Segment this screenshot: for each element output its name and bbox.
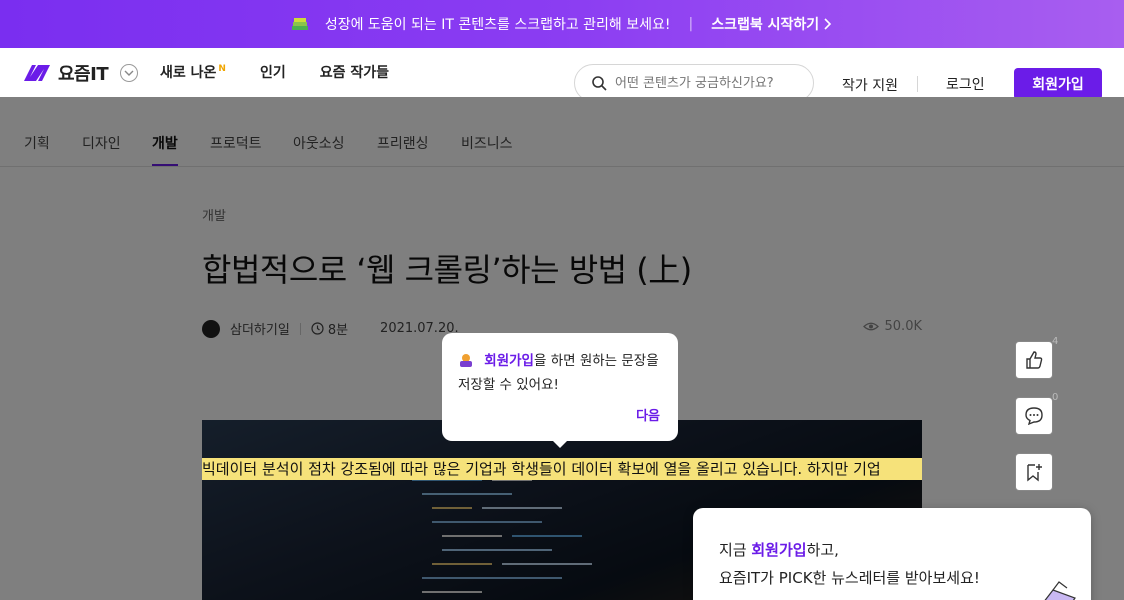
start-scrapbook-link[interactable]: 스크랩북 시작하기 [711, 14, 833, 34]
newsletter-suffix: 하고, [806, 541, 839, 559]
bookmark-button[interactable] [1015, 453, 1053, 491]
header-divider [917, 76, 918, 92]
tooltip-next-button[interactable]: 다음 [636, 405, 660, 424]
chevron-down-icon[interactable] [120, 64, 139, 82]
nav-item-writers[interactable]: 요즘 작가들 [320, 62, 389, 82]
nav-item-new[interactable]: 새로 나온 N [160, 62, 226, 82]
chevron-right-icon [824, 18, 832, 30]
like-button[interactable] [1015, 341, 1053, 379]
comment-button[interactable] [1015, 397, 1053, 435]
tooltip-message: 회원가입을 하면 원하는 문장을 저장할 수 있어요! [458, 349, 662, 397]
newsletter-prefix: 지금 [719, 541, 752, 559]
comment-count: 0 [1052, 392, 1059, 403]
logo-text: 요즘IT [58, 64, 109, 85]
newsletter-line1: 지금 회원가입하고, [719, 536, 1091, 564]
newsletter-illustration-icon [1044, 581, 1076, 600]
newsletter-card: 지금 회원가입하고, 요즘IT가 PICK한 뉴스레터를 받아보세요! [693, 508, 1091, 600]
nav-item-popular[interactable]: 인기 [260, 62, 286, 82]
newsletter-signup-link[interactable]: 회원가입 [751, 541, 806, 559]
start-scrapbook-label: 스크랩북 시작하기 [711, 17, 820, 33]
site-header: 요즘IT 새로 나온N 인기 요즘 작가들 작가 지원 로그인 회원가입 [0, 48, 1124, 102]
like-count: 4 [1052, 336, 1059, 347]
new-badge: N [218, 64, 226, 75]
signup-tooltip: 회원가입을 하면 원하는 문장을 저장할 수 있어요! 다음 [442, 333, 678, 448]
books-icon [291, 16, 309, 32]
bookmark-add-icon [1027, 464, 1042, 482]
tooltip-signup-highlight[interactable]: 회원가입 [484, 353, 534, 369]
search-icon [592, 76, 607, 91]
logo-mark-icon [24, 65, 50, 81]
login-link[interactable]: 로그인 [946, 74, 985, 94]
signup-button[interactable]: 회원가입 [1014, 68, 1102, 100]
thumbs-up-icon [1026, 351, 1043, 369]
promo-banner: 성장에 도움이 되는 IT 콘텐츠를 스크랩하고 관리해 보세요! | 스크랩북… [0, 0, 1124, 48]
nav-item-new-label: 새로 나온 [160, 65, 217, 81]
hand-icon [458, 353, 484, 369]
promo-separator: | [688, 16, 694, 32]
promo-text: 성장에 도움이 되는 IT 콘텐츠를 스크랩하고 관리해 보세요! [324, 17, 671, 33]
main-nav: 새로 나온 N 인기 요즘 작가들 [160, 62, 389, 82]
spotlight-sentence[interactable]: 빅데이터 분석이 점차 강조됨에 따라 많은 기업과 학생들이 데이터 확보에 … [202, 458, 922, 480]
writer-support-link[interactable]: 작가 지원 [842, 75, 898, 95]
site-logo[interactable]: 요즘IT [22, 60, 139, 86]
search-input[interactable] [615, 75, 795, 91]
comment-icon [1025, 407, 1043, 426]
